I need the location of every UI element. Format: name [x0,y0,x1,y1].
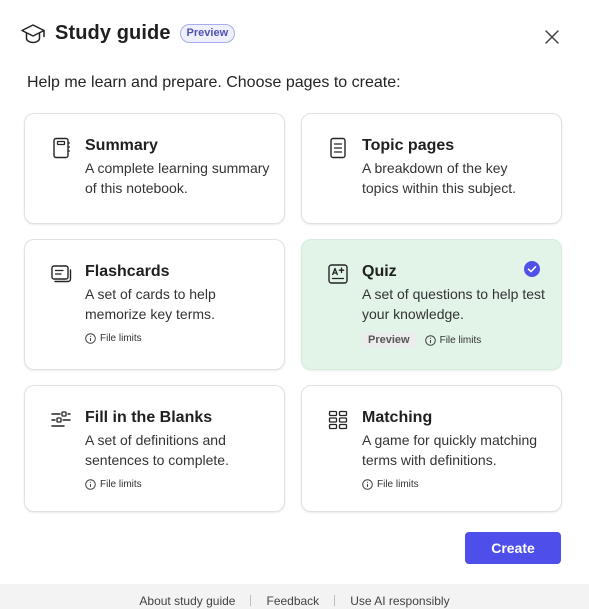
flashcards-icon [50,263,72,285]
card-flashcards[interactable]: Flashcards A set of cards to help memori… [24,239,285,370]
fill-blanks-icon [50,409,72,431]
quiz-icon [327,263,349,285]
graduation-cap-icon [19,20,46,47]
file-limits-label: File limits [100,333,142,344]
file-limits[interactable]: File limits [85,479,142,490]
card-description: A set of definitions and sentences to co… [85,432,229,468]
dialog-footer: About study guide Feedback Use AI respon… [0,584,589,609]
card-title: Fill in the Blanks [85,409,213,426]
notebook-icon [50,137,72,159]
file-limits-label[interactable]: File limits [440,335,482,346]
feedback-link[interactable]: Feedback [251,594,334,608]
info-icon [85,333,96,344]
card-description: A game for quickly matching terms with d… [362,432,538,468]
card-topic-pages[interactable]: Topic pages A breakdown of the key topic… [301,113,562,224]
quiz-meta-row: Preview File limits [362,332,481,348]
preview-badge: Preview [179,24,236,43]
file-limits-label: File limits [377,479,419,490]
card-description: A breakdown of the key topics within thi… [362,160,517,196]
file-limits[interactable]: File limits [85,333,142,344]
matching-grid-icon [327,409,349,431]
card-title: Flashcards [85,263,170,280]
card-description: A set of cards to help memorize key term… [85,286,216,322]
preview-tag: Preview [362,332,416,348]
about-study-guide-link[interactable]: About study guide [124,594,250,608]
info-icon [85,479,96,490]
card-description: A set of questions to help test your kno… [362,286,545,322]
card-matching[interactable]: Matching A game for quickly matching ter… [301,385,562,512]
file-limits[interactable]: File limits [362,479,419,490]
use-ai-responsibly-link[interactable]: Use AI responsibly [335,594,464,608]
card-summary[interactable]: Summary A complete learning summary of t… [24,113,285,224]
close-button[interactable] [542,27,562,47]
intro-text: Help me learn and prepare. Choose pages … [27,74,401,91]
info-icon [362,479,373,490]
card-title: Summary [85,137,158,154]
card-title: Matching [362,409,433,426]
card-title: Quiz [362,263,397,280]
create-button[interactable]: Create [465,532,561,564]
study-guide-dialog: Study guide Preview Help me learn and pr… [0,0,589,609]
close-icon [545,30,559,44]
info-icon [424,334,436,346]
card-quiz[interactable]: Quiz A set of questions to help test you… [301,239,562,370]
card-title: Topic pages [362,137,455,154]
card-fill-in-the-blanks[interactable]: Fill in the Blanks A set of definitions … [24,385,285,512]
dialog-title: Study guide [55,22,171,44]
document-lines-icon [327,137,349,159]
dialog-header: Study guide Preview [19,20,236,47]
card-description: A complete learning summary of this note… [85,160,270,196]
checkmark-icon [524,261,540,277]
file-limits-label: File limits [100,479,142,490]
